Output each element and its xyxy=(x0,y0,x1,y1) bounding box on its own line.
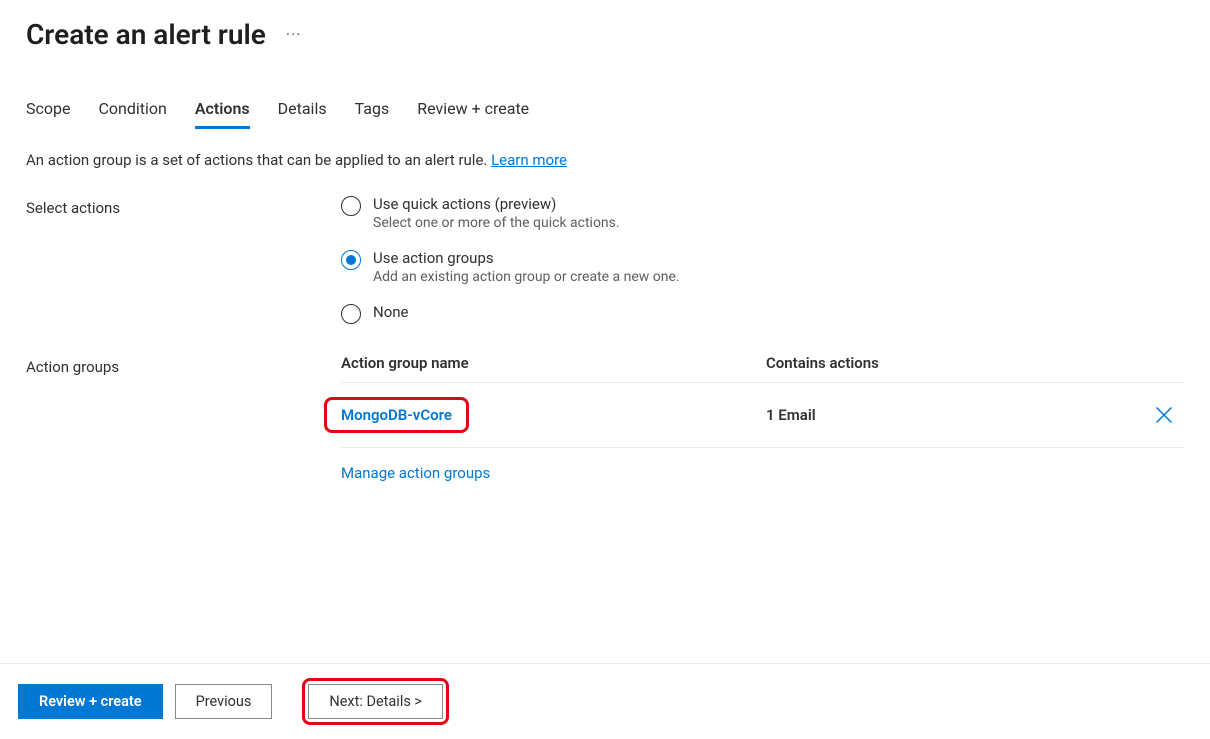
radio-quick-label: Use quick actions (preview) xyxy=(373,195,620,213)
radio-none-label: None xyxy=(373,303,409,321)
review-create-button[interactable]: Review + create xyxy=(18,684,163,719)
footer-bar: Review + create Previous Next: Details > xyxy=(0,663,1210,739)
tab-review[interactable]: Review + create xyxy=(417,99,529,129)
tab-actions[interactable]: Actions xyxy=(195,99,250,129)
table-row: MongoDB-vCore 1 Email xyxy=(341,383,1184,448)
description-text: An action group is a set of actions that… xyxy=(26,151,1184,169)
manage-action-groups-link[interactable]: Manage action groups xyxy=(341,464,490,482)
radio-quick-actions[interactable]: Use quick actions (preview) Select one o… xyxy=(341,195,680,231)
tab-tags[interactable]: Tags xyxy=(355,99,390,129)
radio-icon xyxy=(341,250,361,270)
radio-groups-sub: Add an existing action group or create a… xyxy=(373,269,680,285)
radio-quick-sub: Select one or more of the quick actions. xyxy=(373,215,620,231)
radio-icon xyxy=(341,304,361,324)
action-group-link[interactable]: MongoDB-vCore xyxy=(341,406,452,424)
radio-none[interactable]: None xyxy=(341,303,680,324)
select-actions-radio-group: Use quick actions (preview) Select one o… xyxy=(341,195,680,324)
column-header-name: Action group name xyxy=(341,354,766,372)
learn-more-link[interactable]: Learn more xyxy=(491,151,567,169)
select-actions-label: Select actions xyxy=(26,195,341,217)
tab-details[interactable]: Details xyxy=(278,99,327,129)
tab-scope[interactable]: Scope xyxy=(26,99,70,129)
column-header-contains: Contains actions xyxy=(766,354,1144,372)
previous-button[interactable]: Previous xyxy=(175,684,273,719)
highlight-annotation: MongoDB-vCore xyxy=(324,397,469,433)
more-icon[interactable]: ··· xyxy=(286,25,302,44)
remove-icon[interactable] xyxy=(1144,405,1184,425)
next-details-button[interactable]: Next: Details > xyxy=(308,684,443,719)
radio-groups-label: Use action groups xyxy=(373,249,680,267)
action-groups-label: Action groups xyxy=(26,354,341,376)
action-groups-table-header: Action group name Contains actions xyxy=(341,354,1184,383)
radio-action-groups[interactable]: Use action groups Add an existing action… xyxy=(341,249,680,285)
tab-condition[interactable]: Condition xyxy=(98,99,166,129)
highlight-annotation: Next: Details > xyxy=(302,678,449,725)
description-body: An action group is a set of actions that… xyxy=(26,151,491,169)
page-title: Create an alert rule xyxy=(26,18,266,51)
radio-icon xyxy=(341,196,361,216)
tab-bar: Scope Condition Actions Details Tags Rev… xyxy=(26,99,1184,129)
action-group-contains: 1 Email xyxy=(766,406,1144,424)
